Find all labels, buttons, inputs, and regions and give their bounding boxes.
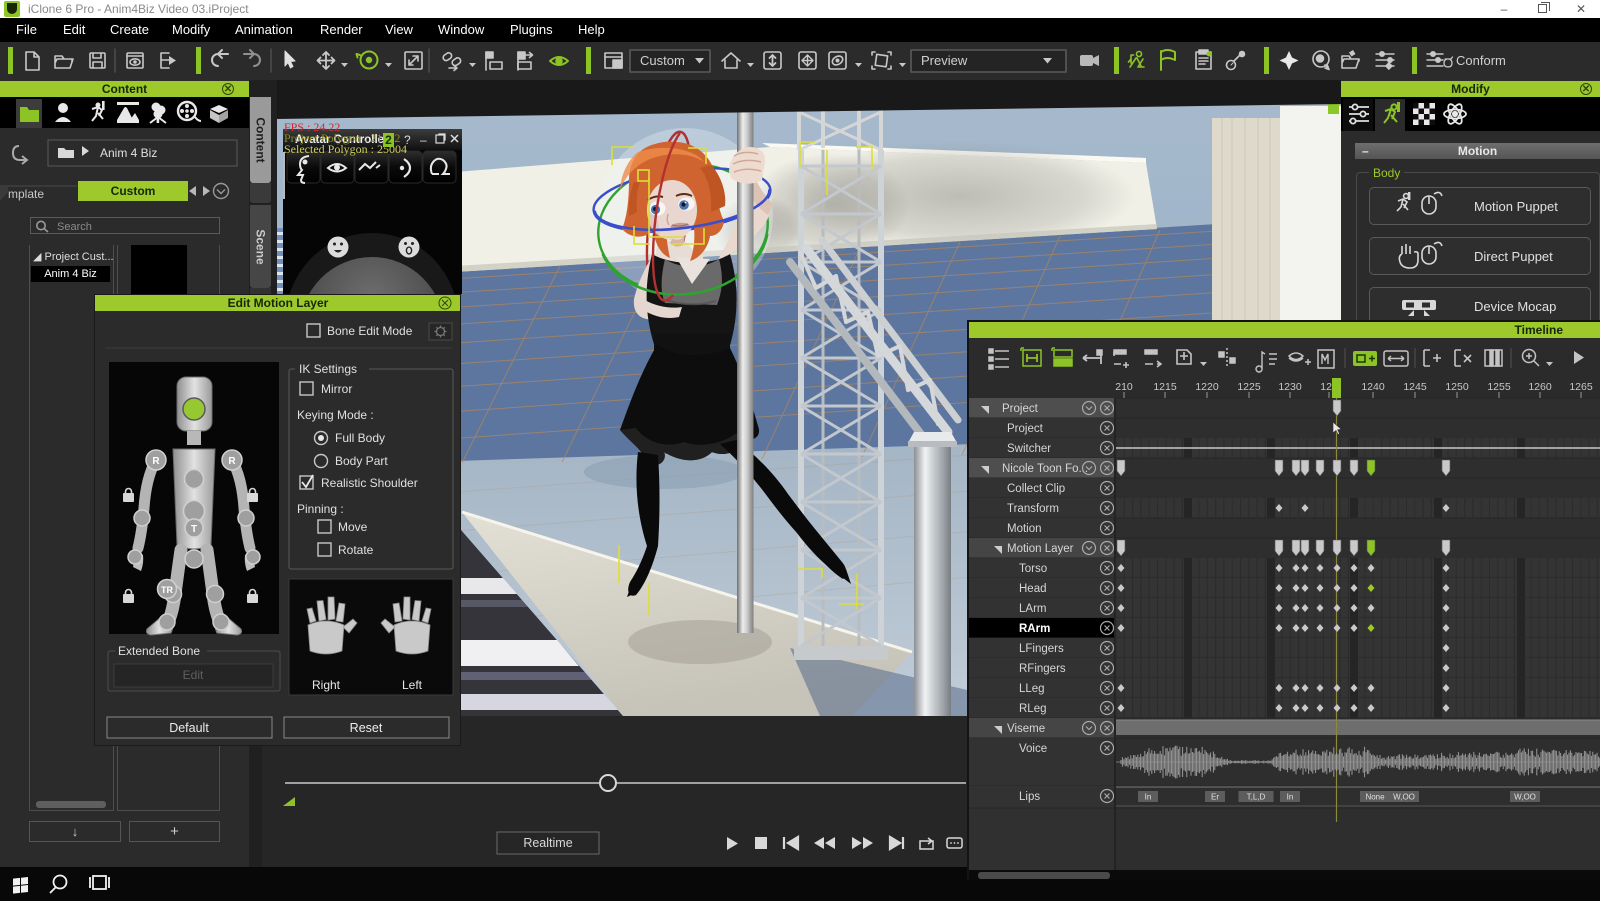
svg-text:Project: Project [1007, 423, 1044, 435]
svg-text:Left: Left [402, 678, 423, 692]
svg-text:Anim 4 Biz: Anim 4 Biz [100, 146, 157, 160]
svg-text:1255: 1255 [1487, 381, 1511, 393]
svg-text:Custom: Custom [111, 184, 156, 198]
svg-text:1225: 1225 [1237, 381, 1261, 393]
svg-text:Keying Mode :: Keying Mode : [297, 408, 374, 422]
svg-text:Timeline: Timeline [1515, 323, 1564, 337]
svg-text:1220: 1220 [1195, 381, 1219, 393]
svg-text:R: R [152, 456, 160, 467]
svg-text:1260: 1260 [1528, 381, 1552, 393]
svg-text:Default: Default [169, 721, 209, 735]
svg-text:1215: 1215 [1153, 381, 1177, 393]
svg-text:1265: 1265 [1569, 381, 1593, 393]
svg-text:Motion: Motion [1007, 523, 1042, 535]
svg-text:LLeg: LLeg [1019, 683, 1045, 695]
svg-text:mplate: mplate [8, 187, 44, 201]
svg-text:Realistic Shoulder: Realistic Shoulder [321, 476, 418, 490]
svg-text:–: – [420, 133, 427, 147]
svg-text:Move: Move [338, 520, 368, 534]
svg-text:None: None [1365, 793, 1385, 802]
svg-text:Custom: Custom [640, 53, 685, 68]
svg-text:Collect Clip: Collect Clip [1007, 483, 1065, 495]
svg-text:Rotate: Rotate [338, 543, 374, 557]
svg-text:T: T [191, 524, 197, 535]
svg-text:Realtime: Realtime [523, 836, 572, 850]
svg-text:RFingers: RFingers [1019, 663, 1066, 675]
svg-text:Edit: Edit [183, 668, 204, 682]
svg-text:Nicole Toon Fo...: Nicole Toon Fo... [1002, 463, 1088, 475]
svg-text:Lips: Lips [1019, 791, 1040, 803]
svg-text:LFingers: LFingers [1019, 643, 1064, 655]
svg-text:Transform: Transform [1007, 503, 1059, 515]
svg-text:Er: Er [1211, 793, 1219, 802]
svg-text:Extended Bone: Extended Bone [118, 644, 200, 658]
svg-text:LArm: LArm [1019, 603, 1046, 615]
svg-text:1245: 1245 [1403, 381, 1427, 393]
svg-text:Project: Project [1002, 403, 1039, 415]
svg-text:1240: 1240 [1361, 381, 1385, 393]
svg-text:RLeg: RLeg [1019, 703, 1047, 715]
svg-text:TR: TR [161, 585, 173, 595]
svg-text:T,L,D: T,L,D [1247, 793, 1266, 802]
svg-text:IK Settings: IK Settings [299, 362, 357, 376]
svg-text:Head: Head [1019, 583, 1047, 595]
svg-text:210: 210 [1115, 381, 1133, 393]
svg-text:W,OO: W,OO [1514, 793, 1536, 802]
svg-text:1250: 1250 [1445, 381, 1469, 393]
svg-text:Search: Search [57, 221, 92, 233]
svg-text:Full Body: Full Body [335, 431, 385, 445]
svg-text:1230: 1230 [1278, 381, 1302, 393]
svg-text:In: In [1145, 793, 1152, 802]
svg-text:Preview: Preview [921, 53, 968, 68]
svg-text:Torso: Torso [1019, 563, 1047, 575]
svg-text:W,OO: W,OO [1393, 793, 1415, 802]
svg-text:R: R [228, 456, 236, 467]
svg-text:Edit Motion Layer: Edit Motion Layer [228, 296, 329, 310]
svg-text:RArm: RArm [1019, 623, 1050, 635]
svg-text:Bone Edit Mode: Bone Edit Mode [327, 324, 413, 338]
svg-text:Voice: Voice [1019, 743, 1047, 755]
svg-text:In: In [1287, 793, 1294, 802]
svg-text:Pinning :: Pinning : [297, 502, 344, 516]
svg-text:Reset: Reset [350, 721, 383, 735]
svg-text:Body Part: Body Part [335, 454, 388, 468]
svg-text:Viseme: Viseme [1007, 723, 1045, 735]
svg-text:Right: Right [312, 678, 341, 692]
svg-text:Switcher: Switcher [1007, 443, 1051, 455]
svg-text:Motion Layer: Motion Layer [1007, 543, 1074, 555]
svg-text:Mirror: Mirror [321, 382, 352, 396]
svg-text:Conform: Conform [1456, 53, 1506, 68]
